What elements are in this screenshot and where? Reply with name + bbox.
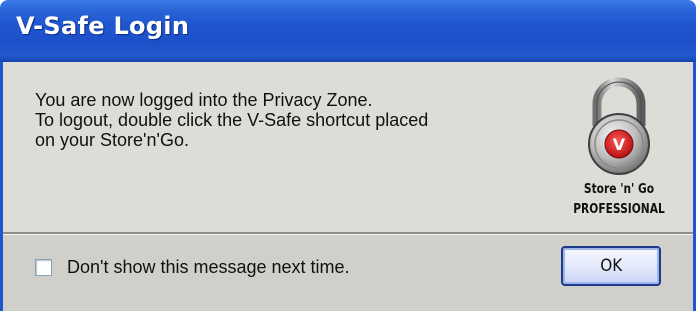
ok-button-label: OK — [599, 256, 623, 276]
dialog-footer: Don't show this message next time. OK — [3, 235, 693, 311]
brand-edition: PROFESSIONAL — [573, 202, 665, 217]
store-n-go-logo: V Store 'n' Go PROFESSIONAL — [559, 74, 679, 224]
dont-show-again-label[interactable]: Don't show this message next time. — [67, 257, 350, 278]
vsafe-login-dialog: V-Safe Login You are now logged into the… — [0, 0, 696, 311]
message-panel: You are now logged into the Privacy Zone… — [3, 62, 693, 232]
message-text: You are now logged into the Privacy Zone… — [35, 90, 555, 150]
badge-letter: V — [613, 135, 626, 154]
dont-show-again-checkbox[interactable] — [35, 258, 52, 276]
message-line-3: on your Store'n'Go. — [35, 130, 189, 150]
brand-text: Store 'n' Go PROFESSIONAL — [570, 180, 668, 220]
message-line-1: You are now logged into the Privacy Zone… — [35, 90, 373, 110]
dialog-body: You are now logged into the Privacy Zone… — [0, 62, 696, 311]
message-line-2: To logout, double click the V-Safe short… — [35, 110, 429, 130]
title-bar[interactable]: V-Safe Login — [0, 0, 696, 62]
window-title: V-Safe Login — [16, 12, 190, 40]
brand-name: Store 'n' Go — [583, 182, 655, 197]
padlock-icon: V — [588, 77, 650, 175]
ok-button[interactable]: OK — [561, 246, 661, 286]
dont-show-again-row[interactable]: Don't show this message next time. — [35, 255, 350, 279]
